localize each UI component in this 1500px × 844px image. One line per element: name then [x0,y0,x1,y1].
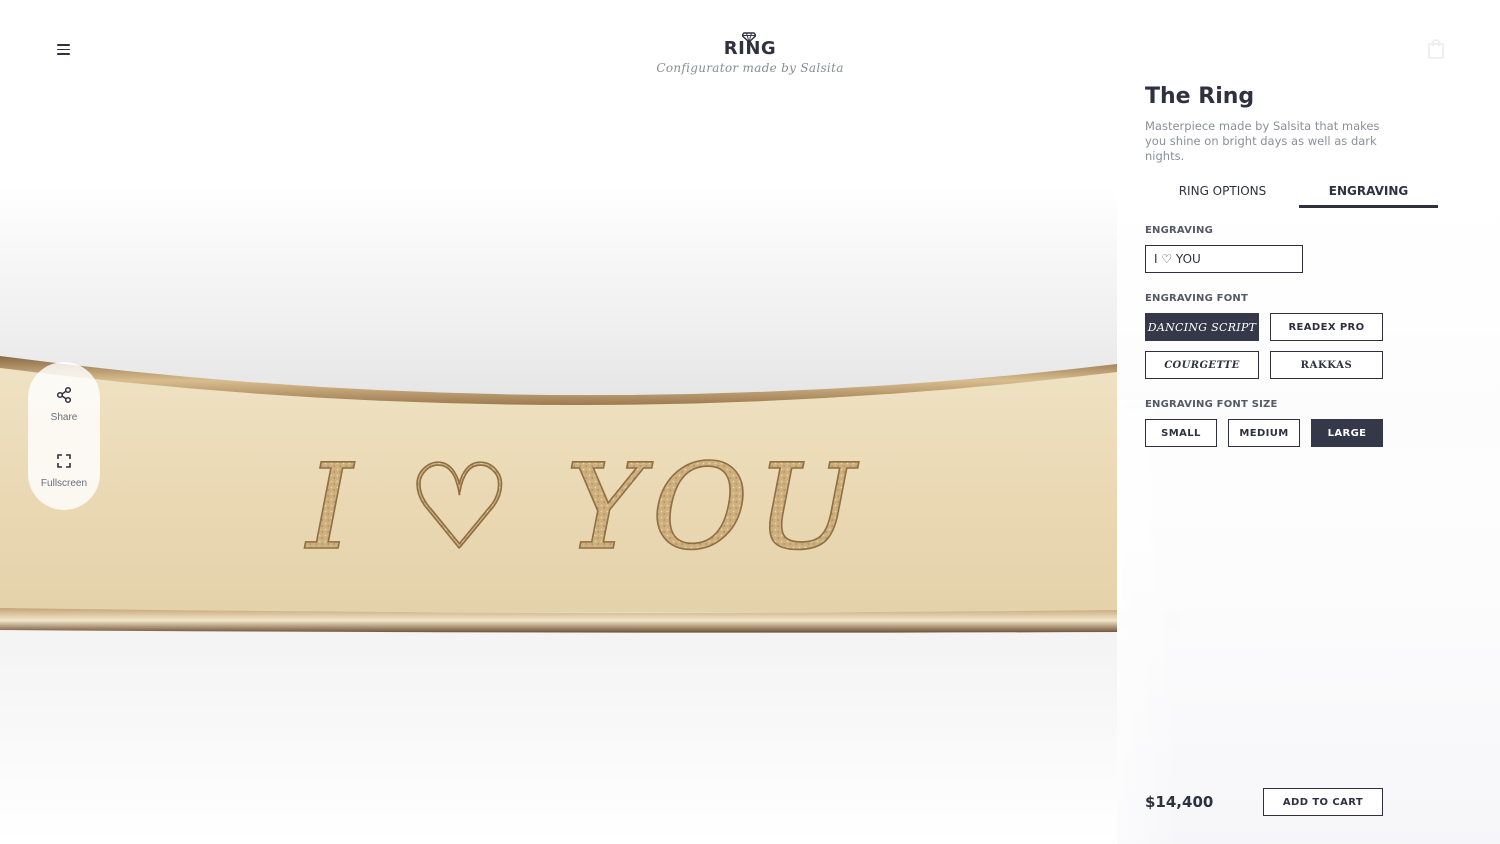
tab-engraving[interactable]: ENGRAVING [1299,178,1438,208]
logo-word: RING [723,38,777,59]
font-option-readex-pro[interactable]: READEX PRO [1270,313,1383,341]
share-icon [56,386,72,404]
hamburger-menu-icon [57,44,70,46]
size-option-large[interactable]: LARGE [1311,419,1383,447]
config-tabs: RING OPTIONS ENGRAVING [1145,178,1438,208]
tab-ring-options[interactable]: RING OPTIONS [1153,178,1292,208]
product-title: The Ring [1145,84,1255,109]
engraving-preview-text: I ♡ YOU [304,438,864,576]
fullscreen-icon [57,454,71,468]
engraving-input[interactable] [1145,245,1303,273]
engraving-font-label: ENGRAVING FONT [1145,293,1249,304]
font-option-rakkas[interactable]: RAKKAS [1270,351,1383,379]
engraving-font-size-label: ENGRAVING FONT SIZE [1145,399,1278,410]
fullscreen-label: Fullscreen [40,478,88,489]
price: $14,400 [1145,793,1214,811]
logo[interactable]: RING Configurator made by Salsita [650,30,850,80]
fullscreen-button[interactable]: Fullscreen [28,452,100,491]
share-label: Share [50,412,78,423]
share-button[interactable]: Share [28,386,100,425]
font-option-courgette[interactable]: COURGETTE [1145,351,1259,379]
add-to-cart-button[interactable]: ADD TO CART [1263,788,1383,816]
font-option-dancing-script[interactable]: DANCING SCRIPT [1145,313,1259,341]
menu-button[interactable] [53,38,75,60]
logo-tagline: Configurator made by Salsita [656,61,844,75]
size-option-medium[interactable]: MEDIUM [1228,419,1300,447]
engraving-label: ENGRAVING [1145,225,1214,236]
size-option-small[interactable]: SMALL [1145,419,1217,447]
product-description: Masterpiece made by Salsita that makes y… [1145,119,1380,163]
side-action-bar: Share Fullscreen [28,362,100,510]
